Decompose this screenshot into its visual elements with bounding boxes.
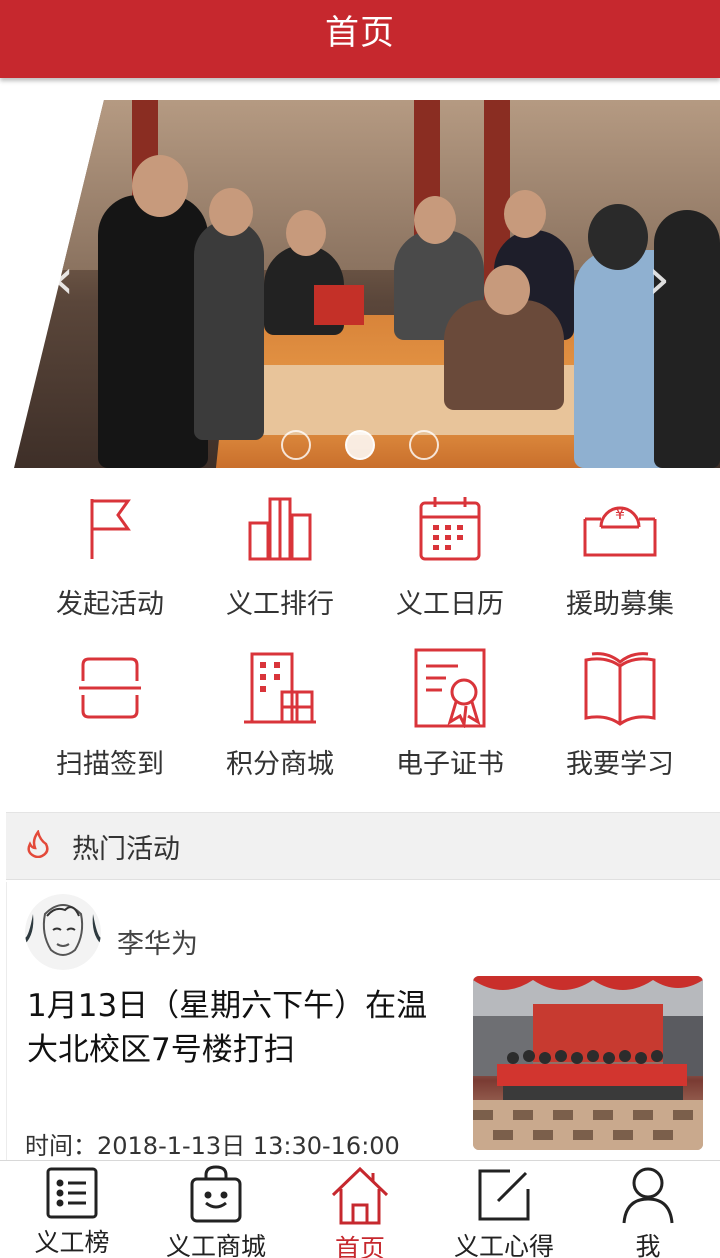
banner-carousel[interactable]: ‹ › — [0, 100, 720, 468]
page-title: 首页 — [325, 12, 395, 53]
grid-item-e-certificate[interactable]: 电子证书 — [365, 648, 535, 810]
nav-item-volunteer-ranking[interactable]: 义工榜 — [0, 1161, 144, 1258]
activity-card[interactable]: 李华为 1月13日（星期六下午）在温大北校区7号楼打扫 时间：2018-1-13… — [6, 882, 720, 1162]
grid-item-aid-fundraising[interactable]: ¥ 援助募集 — [535, 490, 705, 650]
activity-time: 时间：2018-1-13日 13:30-16:00 — [25, 1132, 400, 1160]
svg-text:¥: ¥ — [615, 504, 625, 523]
nav-item-volunteer-insights[interactable]: 义工心得 — [432, 1161, 576, 1258]
donation-icon: ¥ — [578, 490, 662, 566]
certificate-icon — [408, 648, 492, 728]
carousel-dot[interactable] — [281, 430, 311, 460]
nav-item-volunteer-mall[interactable]: 义工商城 — [144, 1161, 288, 1258]
hot-activities-title: 热门活动 — [72, 833, 180, 865]
grid-item-scan-signin[interactable]: 扫描签到 — [25, 650, 195, 810]
carousel-indicators — [0, 430, 720, 460]
grid-item-launch-activity[interactable]: 发起活动 — [25, 490, 195, 650]
nav-item-home[interactable]: 首页 — [288, 1161, 432, 1258]
fire-icon — [26, 829, 50, 862]
edit-icon — [472, 1165, 536, 1225]
feature-grid: 发起活动 义工排行 义工日历 ¥ 援助募集 扫描签到 积分商城 电子证书 我要学… — [0, 490, 720, 810]
carousel-dot-active[interactable] — [345, 430, 375, 460]
grid-item-calendar[interactable]: 义工日历 — [365, 490, 535, 650]
book-icon — [578, 650, 662, 726]
ranking-icon — [238, 490, 322, 566]
list-icon — [40, 1165, 104, 1221]
top-bar: 首页 — [0, 0, 720, 78]
flag-icon — [68, 490, 152, 566]
carousel-next-icon[interactable]: › — [648, 250, 678, 310]
banner-image[interactable] — [14, 100, 720, 468]
activity-title[interactable]: 1月13日（星期六下午）在温大北校区7号楼打扫 — [27, 984, 457, 1072]
grid-item-ranking[interactable]: 义工排行 — [195, 490, 365, 650]
activity-thumbnail[interactable] — [473, 976, 703, 1150]
mall-building-icon — [238, 650, 322, 726]
grid-item-points-mall[interactable]: 积分商城 — [195, 650, 365, 810]
shopping-bag-icon — [184, 1165, 248, 1225]
user-icon — [616, 1165, 680, 1225]
hot-activities-header: 热门活动 — [6, 812, 720, 880]
calendar-icon — [408, 490, 492, 566]
grid-item-learning[interactable]: 我要学习 — [535, 650, 705, 810]
scan-icon — [68, 650, 152, 726]
carousel-prev-icon[interactable]: ‹ — [52, 250, 82, 310]
bottom-navigation: 义工榜 义工商城 首页 义工心得 我 — [0, 1160, 720, 1258]
carousel-dot[interactable] — [409, 430, 439, 460]
nav-item-me[interactable]: 我 — [576, 1161, 720, 1258]
home-icon — [328, 1165, 392, 1227]
avatar[interactable] — [25, 894, 101, 970]
author-name: 李华为 — [117, 929, 198, 960]
